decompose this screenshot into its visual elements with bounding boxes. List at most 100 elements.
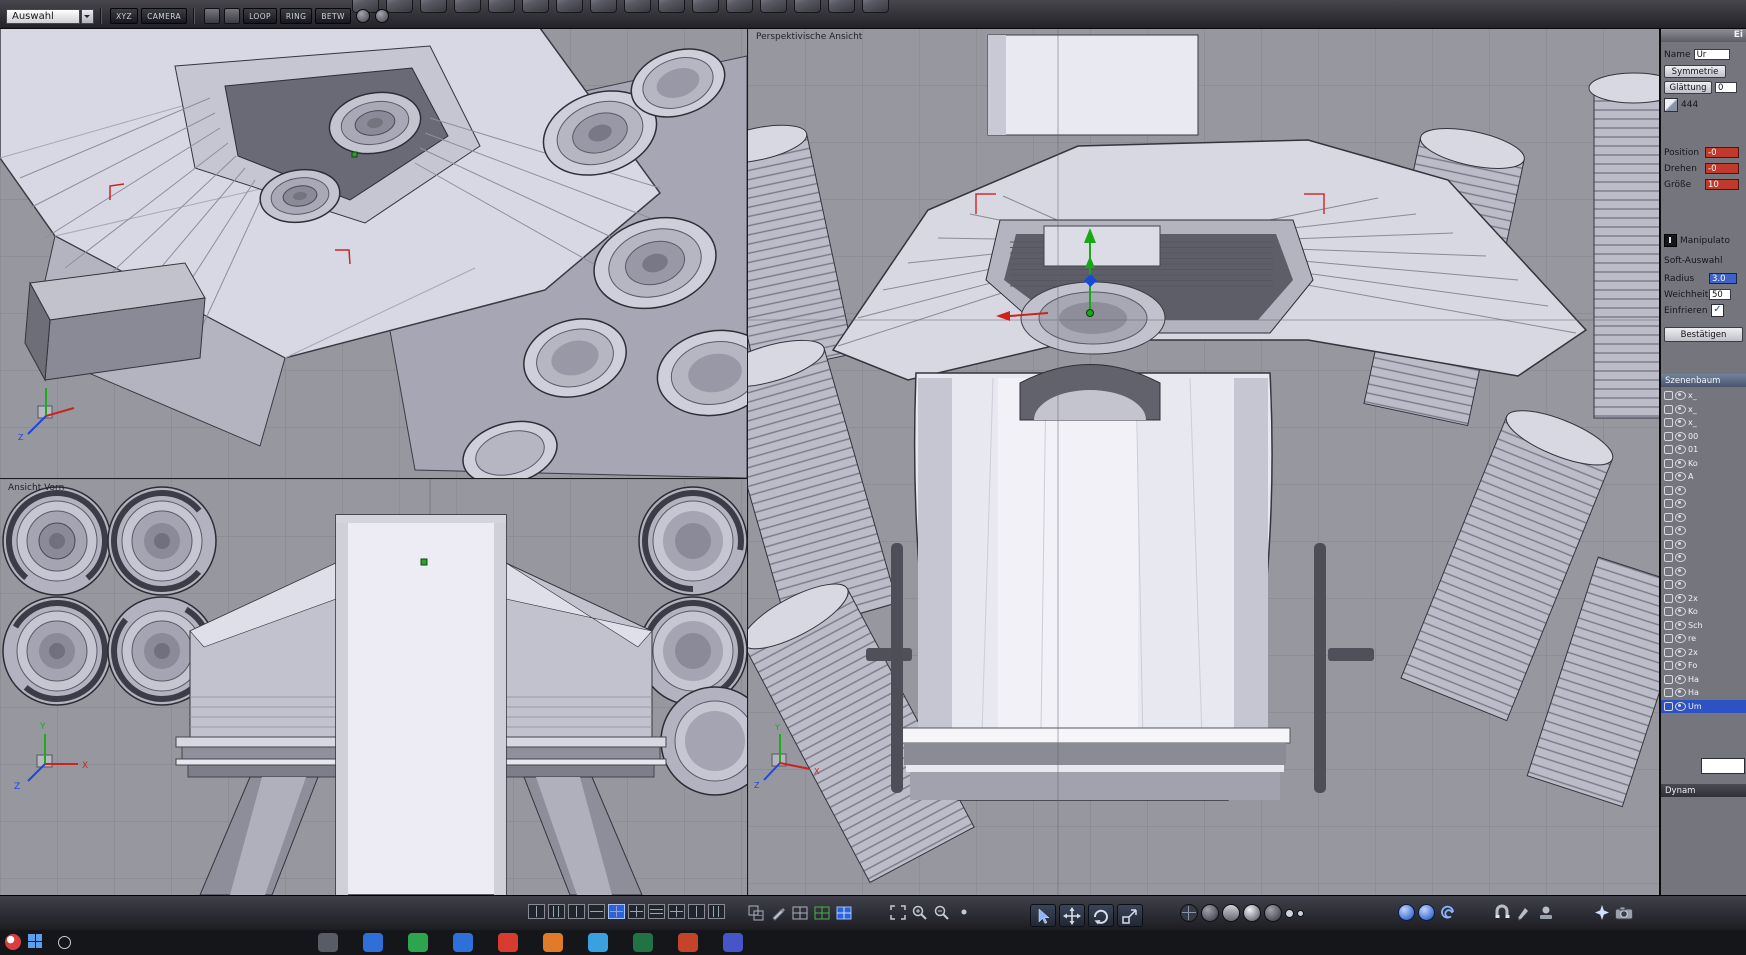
glaettung-field[interactable]: 0 — [1715, 82, 1737, 93]
eye-visibility-icon[interactable] — [1675, 526, 1686, 536]
link-icon[interactable] — [1664, 701, 1673, 711]
between-select-button[interactable]: BETW — [315, 8, 351, 24]
wireframe-mode-icon[interactable] — [1180, 904, 1198, 922]
modeling-tool-icon[interactable] — [658, 0, 685, 13]
layout-quad-c-icon[interactable] — [668, 904, 685, 919]
eye-visibility-icon[interactable] — [1675, 620, 1686, 630]
taskbar-app-icon[interactable] — [408, 933, 428, 952]
taskbar-app-icon[interactable] — [363, 933, 383, 952]
eye-visibility-icon[interactable] — [1675, 647, 1686, 657]
eye-visibility-icon[interactable] — [1675, 674, 1686, 684]
paint-icon[interactable] — [769, 904, 788, 921]
app-icon[interactable] — [5, 934, 21, 950]
position-x-field[interactable]: -0 — [1705, 147, 1739, 158]
layout-quad-b-icon[interactable] — [628, 904, 645, 919]
lasso-select-icon[interactable] — [224, 8, 241, 24]
taskbar-app-icon[interactable] — [633, 933, 653, 952]
fit-view-icon[interactable] — [888, 904, 907, 921]
taskbar-app-icon[interactable] — [588, 933, 608, 952]
modeling-tool-icon[interactable] — [522, 0, 549, 13]
link-icon[interactable] — [1664, 620, 1673, 630]
link-icon[interactable] — [1664, 458, 1673, 468]
hiddenline-mode-icon[interactable] — [1201, 904, 1219, 922]
eye-visibility-icon[interactable] — [1675, 472, 1686, 482]
modeling-tool-icon[interactable] — [488, 0, 515, 13]
shrink-selection-icon[interactable] — [374, 9, 389, 23]
taskbar-app-icon[interactable] — [543, 933, 563, 952]
smooth-mode-icon[interactable] — [1243, 904, 1261, 922]
eye-visibility-icon[interactable] — [1675, 431, 1686, 441]
rotate-tool-icon[interactable] — [1088, 904, 1114, 927]
env-sphere-icon[interactable] — [1418, 904, 1435, 921]
eye-visibility-icon[interactable] — [1675, 391, 1686, 401]
points-mode-icon[interactable] — [1285, 908, 1294, 918]
scene-tree-row[interactable] — [1661, 565, 1746, 579]
viewport-perspective[interactable]: Perspektivische Ansicht Y X Z — [748, 28, 1659, 895]
scene-tree-row[interactable] — [1661, 578, 1746, 592]
scene-tree-row[interactable]: Sch — [1661, 619, 1746, 633]
link-icon[interactable] — [1664, 526, 1673, 536]
start-icon[interactable] — [28, 934, 42, 948]
link-icon[interactable] — [1664, 404, 1673, 414]
link-icon[interactable] — [1664, 688, 1673, 698]
layout-2col-c-icon[interactable] — [688, 904, 705, 919]
weichheit-field[interactable]: 50 — [1709, 289, 1731, 300]
modeling-tool-icon[interactable] — [692, 0, 719, 13]
link-icon[interactable] — [1664, 539, 1673, 549]
modeling-tool-icon[interactable] — [760, 0, 787, 13]
stamp-tool-icon[interactable] — [1536, 904, 1555, 921]
small-points-mode-icon[interactable] — [1297, 909, 1304, 917]
scene-tree-row[interactable] — [1661, 497, 1746, 511]
modeling-tool-icon[interactable] — [590, 0, 617, 13]
modeling-tool-icon[interactable] — [624, 0, 651, 13]
link-icon[interactable] — [1664, 674, 1673, 684]
camera-icon[interactable] — [1614, 904, 1633, 921]
taskbar-app-icon[interactable] — [453, 933, 473, 952]
eye-visibility-icon[interactable] — [1675, 458, 1686, 468]
link-icon[interactable] — [1664, 472, 1673, 482]
selection-mode-dropdown[interactable]: Auswahl — [6, 8, 80, 24]
eye-visibility-icon[interactable] — [1675, 593, 1686, 603]
modeling-tool-icon[interactable] — [726, 0, 753, 13]
name-field[interactable]: Ur — [1693, 49, 1730, 60]
scale-tool-icon[interactable] — [1117, 904, 1143, 927]
viewport-front[interactable]: Ansicht Vorn Y X Z — [0, 479, 748, 895]
symmetrie-button[interactable]: Symmetrie — [1664, 65, 1726, 78]
eye-visibility-icon[interactable] — [1675, 445, 1686, 455]
select-arrow-icon[interactable] — [1030, 904, 1056, 927]
scene-tree-row[interactable] — [1661, 551, 1746, 565]
scene-tree-row[interactable]: 01 — [1661, 443, 1746, 457]
drehen-x-field[interactable]: -0 — [1705, 163, 1739, 174]
groesse-x-field[interactable]: 10 — [1705, 179, 1739, 190]
taskbar-app-icon[interactable] — [723, 933, 743, 952]
eye-visibility-icon[interactable] — [1675, 418, 1686, 428]
eye-visibility-icon[interactable] — [1675, 688, 1686, 698]
layout-3row-icon[interactable] — [648, 904, 665, 919]
einfrieren-checkbox[interactable]: ✓ — [1711, 304, 1724, 317]
camera-toggle-button[interactable]: CAMERA — [141, 8, 188, 24]
scene-search-input[interactable] — [1701, 758, 1745, 774]
eye-visibility-icon[interactable] — [1675, 607, 1686, 617]
link-icon[interactable] — [1664, 634, 1673, 644]
modeling-tool-icon[interactable] — [794, 0, 821, 13]
textured-mode-icon[interactable] — [1264, 904, 1282, 922]
scene-tree-row[interactable]: Fo — [1661, 659, 1746, 673]
eye-visibility-icon[interactable] — [1675, 634, 1686, 644]
flat-mode-icon[interactable] — [1222, 904, 1240, 922]
scene-tree-row[interactable]: Ha — [1661, 686, 1746, 700]
dynamics-section-header[interactable]: Dynam — [1661, 784, 1746, 797]
scene-tree-row[interactable]: re — [1661, 632, 1746, 646]
link-icon[interactable] — [1664, 512, 1673, 522]
eye-visibility-icon[interactable] — [1675, 701, 1686, 711]
move-tool-icon[interactable] — [1059, 904, 1085, 927]
link-icon[interactable] — [1664, 661, 1673, 671]
modeling-tool-icon[interactable] — [420, 0, 447, 13]
layout-2col-b-icon[interactable] — [568, 904, 585, 919]
eye-visibility-icon[interactable] — [1675, 499, 1686, 509]
viewport-top-left[interactable]: Z — [0, 28, 748, 479]
taskbar-app-icon[interactable] — [678, 933, 698, 952]
pen-select-icon[interactable] — [204, 8, 221, 24]
scene-tree-row[interactable] — [1661, 511, 1746, 525]
zoom-in-icon[interactable] — [910, 904, 929, 921]
link-icon[interactable] — [1664, 499, 1673, 509]
